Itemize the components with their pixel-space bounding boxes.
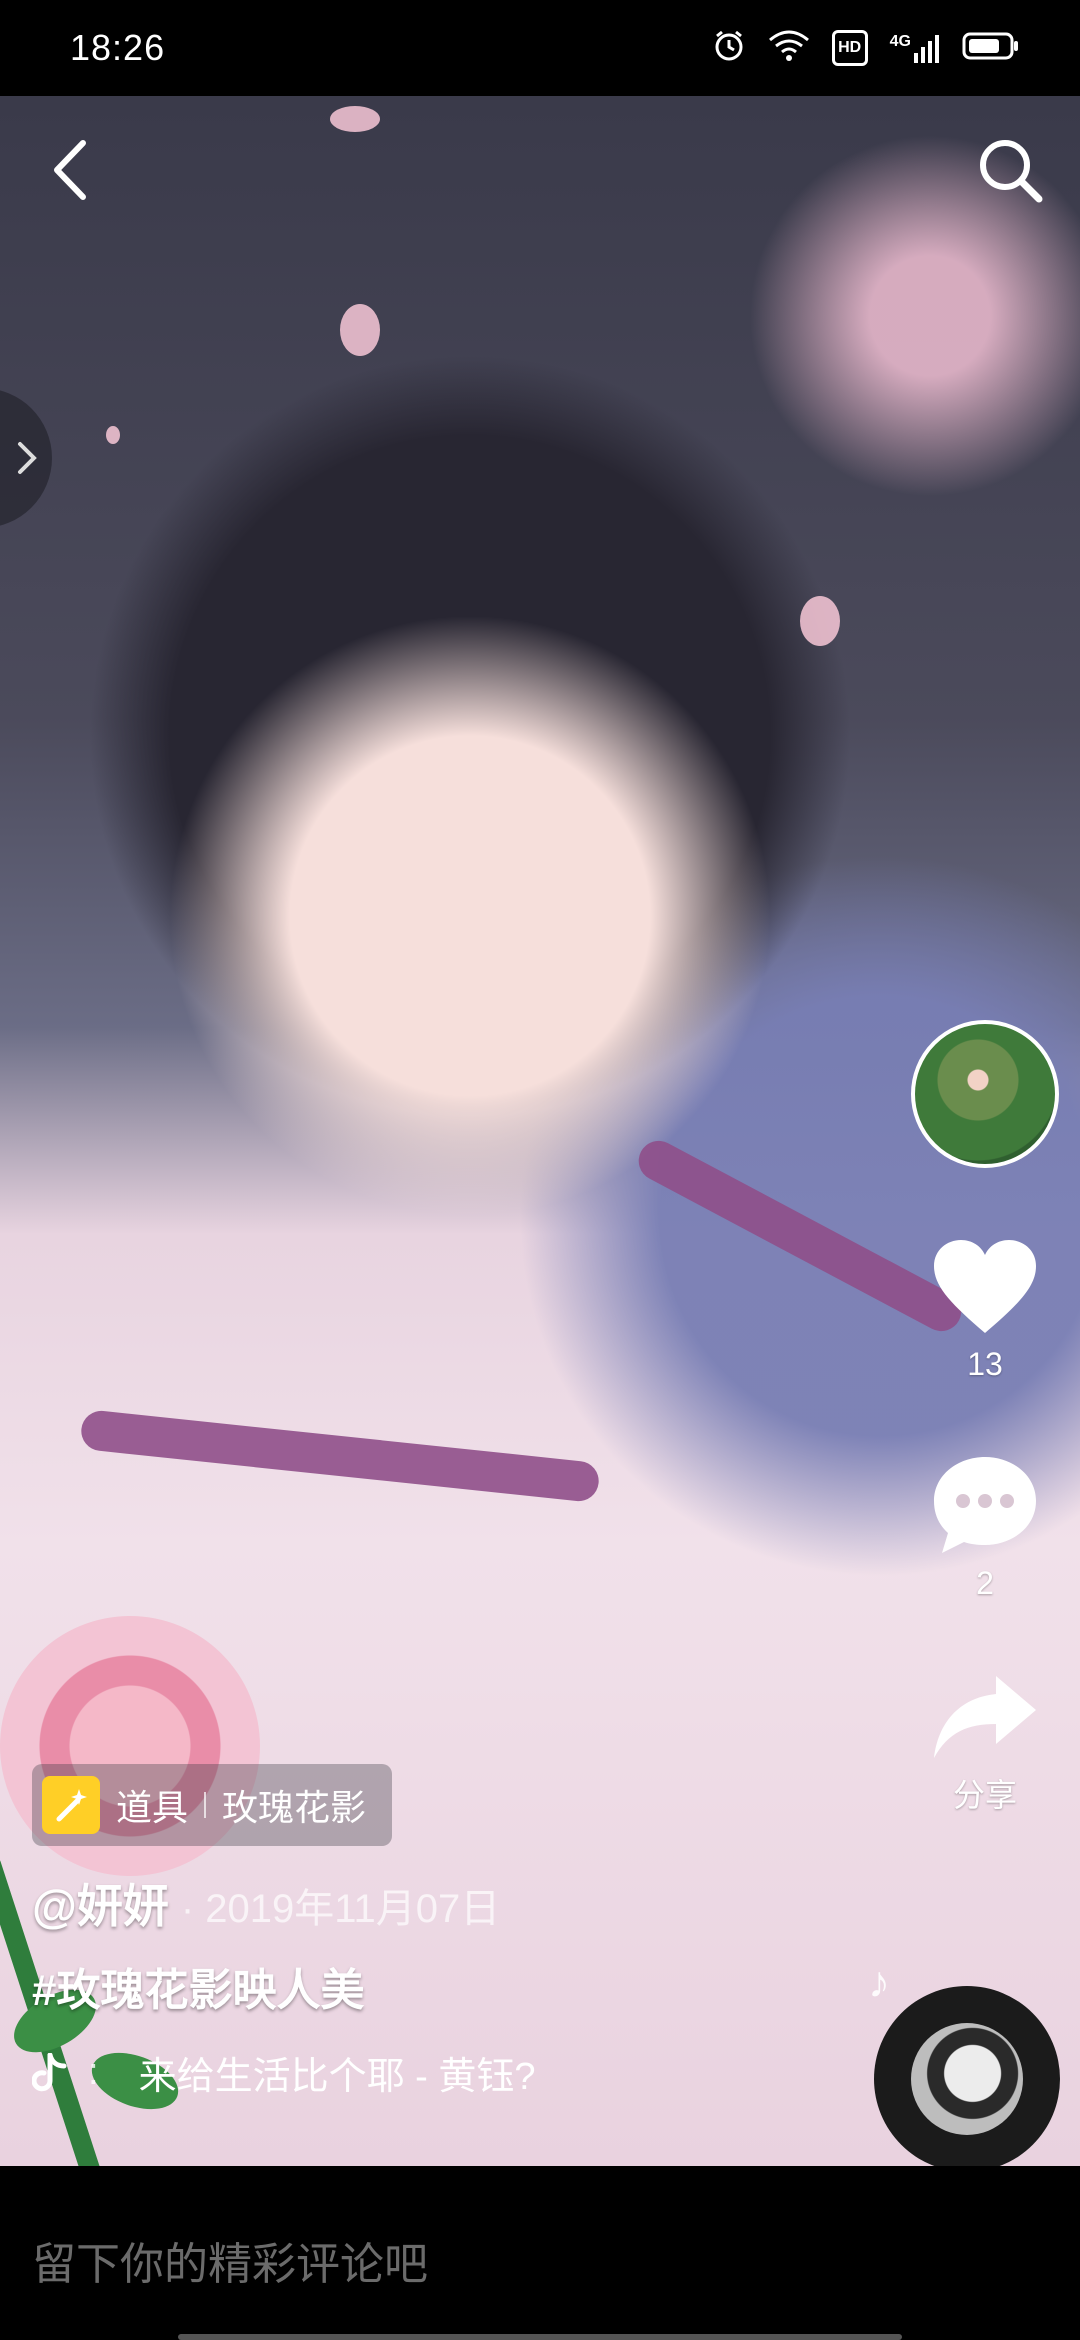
share-label: 分享	[952, 1777, 1017, 1813]
battery-icon	[962, 31, 1020, 66]
comment-icon	[934, 1457, 1036, 1553]
chevron-right-icon	[18, 442, 37, 474]
back-button[interactable]	[30, 130, 110, 210]
comment-input[interactable]: 留下你的精彩评论吧	[32, 2228, 428, 2292]
petal-decoration	[340, 304, 380, 356]
music-cover	[911, 2023, 1023, 2135]
separator-colon: :	[88, 2051, 99, 2093]
music-info[interactable]: : 来给生活比个耶 - 黄钰?	[32, 2045, 535, 2100]
music-title: 来给生活比个耶 - 黄钰?	[138, 2056, 536, 2098]
heart-icon	[934, 1240, 1036, 1333]
comment-button[interactable]: 2	[930, 1453, 1040, 1602]
comment-bar: 留下你的精彩评论吧	[0, 2166, 1080, 2340]
author-line: @妍妍 · 2019年11月07日	[32, 1870, 500, 1936]
comment-count: 2	[976, 1565, 994, 1601]
divider	[204, 1792, 207, 1818]
wifi-icon	[768, 30, 810, 67]
like-button[interactable]: 13	[930, 1238, 1040, 1383]
network-label: 4G	[889, 33, 911, 50]
share-button[interactable]: 分享	[930, 1672, 1040, 1816]
petal-decoration	[330, 106, 380, 132]
gesture-nav-bar	[178, 2334, 902, 2340]
alarm-icon	[712, 29, 746, 68]
author-username[interactable]: @妍妍	[32, 1870, 169, 1936]
music-disc-button[interactable]	[874, 1986, 1060, 2172]
fabric-pattern	[79, 1408, 601, 1504]
petal-decoration	[106, 426, 120, 444]
music-note-icon: ♪	[868, 1958, 890, 2007]
tiktok-note-icon	[32, 2052, 67, 2091]
status-icons: HD 4G	[712, 29, 1020, 68]
prop-label: 道具	[116, 1787, 189, 1828]
hashtag-link[interactable]: #玫瑰花影映人美	[32, 1954, 364, 2018]
like-count: 13	[967, 1346, 1003, 1382]
prop-name: 玫瑰花影	[222, 1787, 367, 1828]
post-date: · 2019年11月07日	[180, 1887, 501, 1931]
action-rail: 13 2 分享	[910, 1020, 1060, 1816]
search-button[interactable]	[970, 130, 1050, 210]
status-bar: 18:26 HD 4G	[0, 0, 1080, 96]
magic-wand-icon	[42, 1776, 100, 1834]
search-icon	[980, 140, 1043, 203]
prop-effect-chip[interactable]: 道具 玫瑰花影	[32, 1764, 393, 1846]
cellular-4g-icon: 4G	[890, 33, 940, 63]
back-arrow-icon	[54, 140, 86, 200]
author-avatar[interactable]	[911, 1020, 1059, 1168]
hd-icon: HD	[831, 30, 868, 66]
petal-decoration	[800, 596, 840, 646]
status-time: 18:26	[70, 27, 166, 68]
share-arrow-icon	[934, 1676, 1036, 1758]
